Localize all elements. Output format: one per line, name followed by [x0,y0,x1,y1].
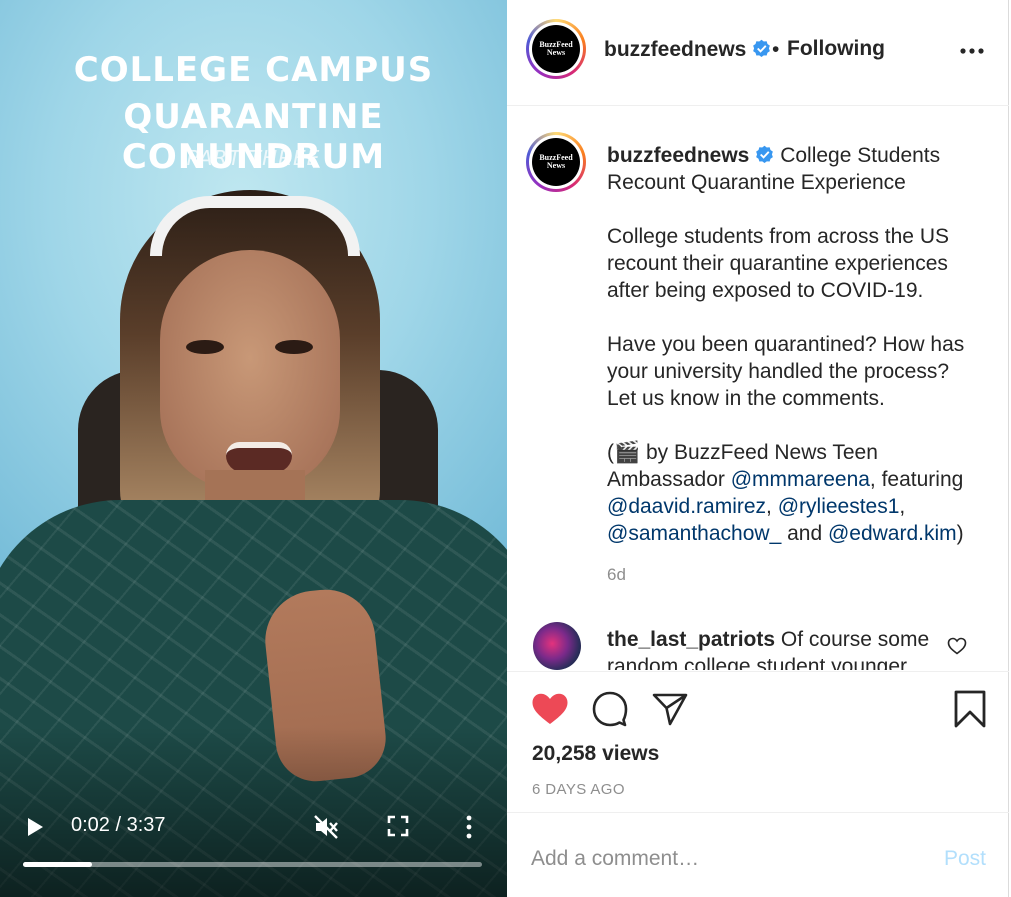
header-username-text[interactable]: buzzfeednews [604,38,746,61]
video-subtitle: PART THREE [186,146,321,170]
more-options-icon[interactable] [959,44,985,58]
fullscreen-icon[interactable] [387,815,409,837]
video-player[interactable]: COLLEGE CAMPUS QUARANTINE CONUNDRUM PART… [0,0,507,897]
caption-credits: (🎬 by BuzzFeed News Teen Ambassador @mmm… [607,439,977,547]
comment-username[interactable]: the_last_patriots [607,628,775,651]
buzzfeed-news-logo: BuzzFeed News [532,138,580,186]
header-username[interactable]: buzzfeednews [604,38,771,62]
add-comment-bar: Post [507,812,1009,897]
video-person-eye [186,340,224,354]
share-paper-plane-icon[interactable] [652,691,688,727]
like-heart-icon[interactable] [531,692,569,726]
video-time: 0:02 / 3:37 [71,814,166,836]
header-separator: • [772,38,780,61]
post-age[interactable]: 6 DAYS AGO [532,781,625,798]
comments-section[interactable]: BuzzFeed News buzzfeednews College Stude… [507,107,1009,670]
video-controls: 0:02 / 3:37 [0,806,507,846]
caption-separator: , [899,495,906,518]
more-vertical-icon[interactable] [462,814,476,840]
post-actions: 20,258 views 6 DAYS AGO [507,671,1009,811]
mention-link[interactable]: @daavid.ramirez [607,495,766,518]
post-comment-button[interactable]: Post [944,847,986,871]
caption-username[interactable]: buzzfeednews [607,144,749,167]
mention-link[interactable]: @rylieestes1 [778,495,900,518]
view-count[interactable]: 20,258 views [532,742,659,766]
caption-and: and [781,522,828,545]
verified-badge-icon [753,39,771,58]
mention-link[interactable]: @samanthachow_ [607,522,781,545]
comment-avatar[interactable] [533,622,581,670]
caption-credit-mid: , featuring [869,468,964,491]
video-person-mouth [226,442,292,472]
video-progress-bar[interactable] [23,862,482,867]
video-title-line1: COLLEGE CAMPUS [73,50,434,90]
following-button[interactable]: Following [787,37,885,61]
comment-bubble-icon[interactable] [592,691,628,727]
video-progress-fill [23,862,92,867]
mute-icon[interactable] [313,814,339,840]
avatar[interactable]: BuzzFeed News [526,19,586,79]
comment-item: the_last_patriots Of course some random … [607,626,937,670]
comment-input[interactable] [531,845,911,873]
caption-separator: , [766,495,778,518]
play-icon[interactable] [24,816,46,838]
mention-link[interactable]: @edward.kim [828,522,957,545]
video-person-headband [150,196,360,256]
caption-paragraph-2: Have you been quarantined? How has your … [607,333,965,410]
caption-close-paren: ) [956,522,964,545]
video-person-eye [275,340,313,354]
post-header: BuzzFeed News buzzfeednews • Following [507,0,1009,106]
buzzfeed-news-logo: BuzzFeed News [532,25,580,73]
post-panel: BuzzFeed News buzzfeednews • Following B… [507,0,1009,897]
heart-outline-icon[interactable] [947,637,967,655]
caption-timestamp[interactable]: 6d [607,565,626,585]
save-bookmark-icon[interactable] [953,690,987,728]
mention-link[interactable]: @mmmareena [731,468,870,491]
verified-badge-icon [756,145,774,164]
caption-paragraph-1: College students from across the US reco… [607,225,949,302]
avatar[interactable]: BuzzFeed News [526,132,586,192]
caption-text: buzzfeednews College Students Recount Qu… [607,142,977,547]
